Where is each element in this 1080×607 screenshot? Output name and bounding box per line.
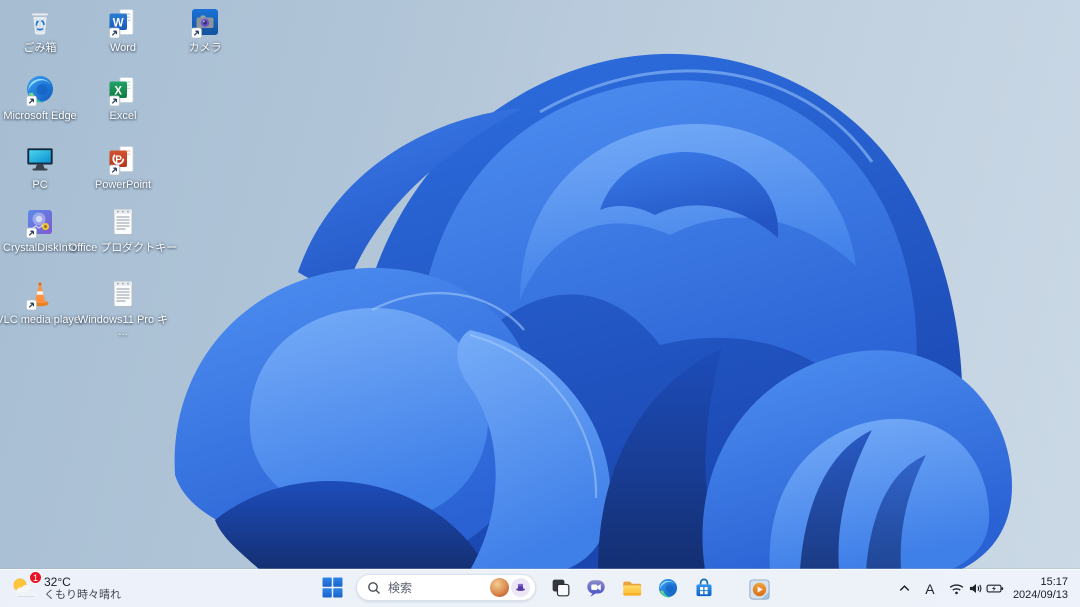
weather-sun-cloud-icon: 1 xyxy=(10,571,42,602)
search-box[interactable]: 検索 xyxy=(356,574,536,601)
desktop-icon-label: カメラ xyxy=(188,42,222,54)
battery-charging-icon xyxy=(985,579,1005,598)
search-highlight-icon xyxy=(490,578,509,597)
powerpoint-icon: P xyxy=(106,142,140,176)
crystaldiskinfo-icon xyxy=(23,205,57,239)
volume-icon xyxy=(966,579,985,598)
search-highlight-hat-icon xyxy=(511,578,530,597)
recycle-bin-icon xyxy=(23,5,57,39)
desktop-icon-label: Excel xyxy=(109,110,137,122)
text-document-icon xyxy=(106,205,140,239)
desktop-icon-label: ごみ箱 xyxy=(23,42,57,54)
desktop-icon-word[interactable]: W Word xyxy=(87,5,159,54)
clock-time: 15:17 xyxy=(1040,575,1068,588)
desktop-icon-microsoft-edge[interactable]: Microsoft Edge xyxy=(3,73,77,122)
weather-temperature: 32°C xyxy=(44,575,71,589)
network-volume-battery-button[interactable] xyxy=(944,574,1008,604)
edge-button[interactable] xyxy=(651,572,685,604)
desktop-icon-label: Office プロダクトキー xyxy=(68,242,178,254)
file-explorer-button[interactable] xyxy=(615,572,649,604)
search-placeholder: 検索 xyxy=(388,581,413,595)
pc-icon xyxy=(23,142,57,176)
file-explorer-icon xyxy=(621,577,643,599)
windows-logo-icon xyxy=(322,577,343,598)
search-icon xyxy=(367,581,381,595)
desktop-icon-label: VLC media player xyxy=(0,314,84,326)
weather-notification-badge: 1 xyxy=(29,571,42,584)
clock-date: 2024/09/13 xyxy=(1012,588,1068,601)
svg-text:P: P xyxy=(115,155,122,166)
desktop-icon-camera[interactable]: カメラ xyxy=(169,5,241,54)
windows-desktop: ごみ箱 W Word カメラ Microsoft Edge X Excel PC… xyxy=(0,0,1080,607)
ime-mode-button[interactable]: A xyxy=(916,574,944,604)
desktop-icon-office-product-key[interactable]: Office プロダクトキー xyxy=(69,205,177,254)
desktop-icon-label: CrystalDiskInfo xyxy=(3,242,77,254)
weather-condition: くもり時々晴れ xyxy=(44,589,121,601)
microsoft-store-button[interactable] xyxy=(687,572,721,604)
desktop-icon-recycle-bin[interactable]: ごみ箱 xyxy=(4,5,76,54)
task-view-icon xyxy=(550,577,571,598)
clock[interactable]: 15:17 2024/09/13 xyxy=(1008,574,1077,604)
svg-text:W: W xyxy=(113,17,124,29)
wifi-icon xyxy=(947,579,966,598)
weather-widget[interactable]: 1 32°C くもり時々晴れ xyxy=(6,571,129,605)
microsoft-store-icon xyxy=(693,577,715,599)
media-player-icon xyxy=(748,578,771,601)
desktop-icon-label-ellipsis: ... xyxy=(118,326,128,338)
desktop-icon-label: Word xyxy=(109,42,137,54)
excel-icon: X xyxy=(106,73,140,107)
hidden-icons-button[interactable] xyxy=(893,574,916,604)
chat-icon xyxy=(585,577,607,599)
desktop-icon-pc[interactable]: PC xyxy=(4,142,76,191)
desktop-icon-vlc[interactable]: VLC media player xyxy=(0,277,84,326)
taskbar-center: 検索 xyxy=(315,572,721,604)
desktop-icon-label: Windows11 Pro キ xyxy=(77,314,169,326)
word-icon: W xyxy=(106,5,140,39)
desktop-icon-excel[interactable]: X Excel xyxy=(87,73,159,122)
taskbar: 1 32°C くもり時々晴れ 検索 A 15:17 2024/09/13 xyxy=(0,569,1080,607)
desktop-icon-label: PowerPoint xyxy=(94,179,152,191)
media-player-button[interactable] xyxy=(742,573,776,605)
ime-mode-indicator: A xyxy=(925,580,935,597)
desktop-icon-crystaldiskinfo[interactable]: CrystalDiskInfo xyxy=(3,205,77,254)
desktop-icon-label: Microsoft Edge xyxy=(3,110,77,122)
edge-icon xyxy=(657,577,679,599)
desktop-icon-windows11-pro-key[interactable]: Windows11 Pro キ ... xyxy=(78,277,168,338)
desktop-icon-powerpoint[interactable]: P PowerPoint xyxy=(87,142,159,191)
edge-icon xyxy=(23,73,57,107)
desktop-icon-label: PC xyxy=(32,179,48,191)
text-document-icon xyxy=(106,277,140,311)
chat-button[interactable] xyxy=(579,572,613,604)
wallpaper-bloom xyxy=(174,53,1012,570)
chevron-up-icon xyxy=(896,580,913,597)
svg-text:X: X xyxy=(114,85,122,97)
camera-icon xyxy=(188,5,222,39)
vlc-icon xyxy=(23,277,57,311)
system-tray: A 15:17 2024/09/13 xyxy=(893,572,1077,605)
task-view-button[interactable] xyxy=(543,572,577,604)
start-button[interactable] xyxy=(315,572,349,604)
